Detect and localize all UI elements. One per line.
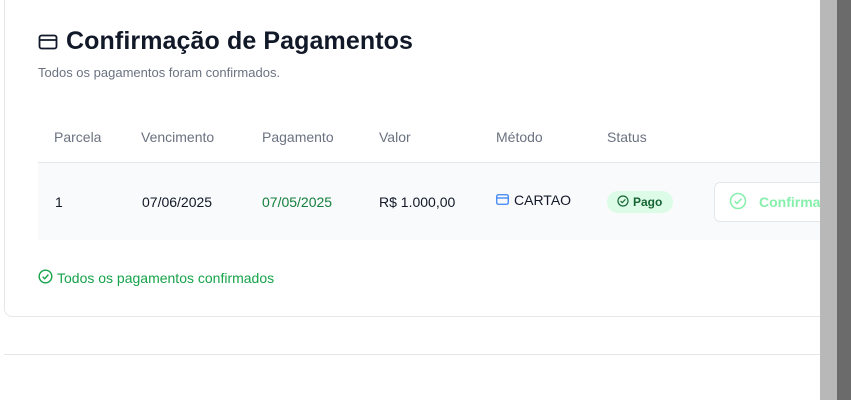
scrollbar[interactable] <box>820 0 837 400</box>
page-subtitle: Todos os pagamentos foram confirmados. <box>38 65 281 80</box>
table-header: Parcela Vencimento Pagamento Valor Métod… <box>38 112 826 163</box>
cell-metodo: CARTAO <box>496 192 571 208</box>
all-confirmed-label: Todos os pagamentos confirmados <box>57 270 275 286</box>
card-icon <box>38 32 58 52</box>
table-row: 1 07/06/2025 07/05/2025 R$ 1.000,00 CART… <box>38 163 844 240</box>
status-badge: Pago <box>607 191 674 213</box>
column-header-pagamento: Pagamento <box>262 129 334 145</box>
column-header-vencimento: Vencimento <box>141 129 215 145</box>
section-divider <box>4 354 820 355</box>
column-header-parcela: Parcela <box>54 129 102 145</box>
confirm-button-label: Confirmar <box>759 194 826 210</box>
method-label: CARTAO <box>514 192 572 208</box>
page-title: Confirmação de Pagamentos <box>66 27 414 55</box>
cell-parcela: 1 <box>55 194 63 210</box>
status-label: Pago <box>633 195 663 209</box>
title-row: Confirmação de Pagamentos <box>38 27 413 56</box>
credit-card-icon <box>496 192 509 208</box>
column-header-metodo: Método <box>496 129 543 145</box>
check-circle-icon <box>617 194 629 210</box>
background-page <box>837 0 851 400</box>
column-header-status: Status <box>607 129 647 145</box>
payment-confirmation-card: Confirmação de Pagamentos Todos os pagam… <box>4 0 844 317</box>
check-circle-icon <box>729 192 747 213</box>
all-confirmed-note: Todos os pagamentos confirmados <box>38 269 274 287</box>
cell-pagamento: 07/05/2025 <box>262 194 333 210</box>
payments-table: Parcela Vencimento Pagamento Valor Métod… <box>38 112 844 240</box>
cell-vencimento: 07/06/2025 <box>142 194 213 210</box>
column-header-valor: Valor <box>379 129 411 145</box>
check-circle-icon <box>38 269 53 287</box>
cell-valor: R$ 1.000,00 <box>379 194 456 210</box>
